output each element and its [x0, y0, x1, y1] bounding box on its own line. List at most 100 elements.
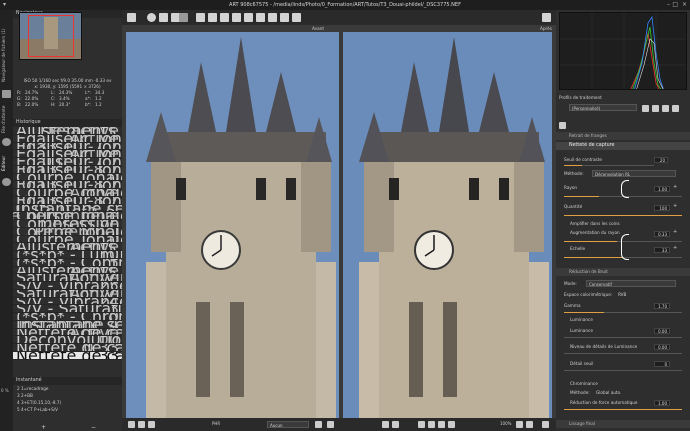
scale-reset-button[interactable]: + — [673, 245, 677, 251]
zoom-fit-icon[interactable] — [418, 421, 425, 428]
before-image[interactable] — [126, 32, 339, 418]
toggle-panels-icon[interactable] — [542, 421, 549, 428]
history-row[interactable]: Courbe Tonale - Com...0 — [13, 236, 122, 244]
queue-icon[interactable] — [138, 421, 145, 428]
history-row[interactable]: S/V - Vibrance24 — [13, 298, 122, 306]
next-image-icon[interactable] — [392, 421, 399, 428]
tab-file-browser[interactable]: Navigateur de fichiers (1) — [1, 24, 12, 86]
tab-editor[interactable]: Éditeur — [1, 152, 12, 174]
amount-value[interactable]: 100 — [654, 205, 670, 211]
save-icon[interactable] — [128, 421, 135, 428]
history-row[interactable]: Égaliseur Tonal - Ba...0 33 10 -7 7 — [13, 143, 122, 151]
history-row[interactable]: Ajustements (*s*b*Activé — [13, 243, 122, 251]
hand-tool-icon[interactable] — [196, 13, 205, 22]
prev-image-icon[interactable] — [382, 421, 389, 428]
luminance-detail-value[interactable]: 0.00 — [654, 344, 670, 350]
detail-threshold-value[interactable]: 0 — [654, 361, 670, 367]
snapshot-item[interactable]: 4 3+ET(0.15,10,-8.7) — [13, 399, 122, 406]
soft-proof-icon[interactable] — [327, 421, 334, 428]
history-row[interactable]: S/V - Vibrance25 — [13, 282, 122, 290]
history-row[interactable]: Ajustements (*s*b*Activé — [13, 267, 122, 275]
history-row[interactable]: Courbe Tonale - Com...0 — [13, 174, 122, 182]
history-row[interactable]: Instantané sélection...4 3+ET(0.15,10,-8… — [13, 205, 122, 213]
history-row[interactable]: (*s*b* - Contraste15 — [13, 259, 122, 267]
history-row[interactable]: Égaliseur Tonal - Ba...0 13 10 -8 7 — [13, 181, 122, 189]
zoom-in-icon[interactable] — [438, 421, 445, 428]
history-row[interactable]: Égaliseur TonalActivé — [13, 150, 122, 158]
tab-queue[interactable]: File d'attente — [1, 102, 12, 136]
toggle-right-panel-icon[interactable] — [542, 13, 551, 22]
history-row[interactable]: Netteté de capture -...0.33 — [13, 344, 122, 352]
after-image[interactable] — [343, 32, 552, 418]
history-row[interactable]: Netteté de captureActivé — [13, 329, 122, 337]
navigator-selection-box[interactable] — [28, 15, 74, 57]
history-row[interactable]: Netteté de capture -...33 — [13, 351, 122, 360]
tool-tab-exposure-icon[interactable] — [559, 122, 566, 129]
radius-boost-value[interactable]: 0.33 — [654, 231, 670, 237]
profile-paste-icon[interactable] — [652, 105, 659, 112]
history-row[interactable]: Instantané sélection...Instantané 4 — [13, 321, 122, 329]
chroma-reduction-value[interactable]: 1.00 — [654, 400, 670, 406]
history-row[interactable]: Saturation/VibranceActivé — [13, 290, 122, 298]
history-row[interactable]: Saturation/VibranceActivé — [13, 274, 122, 282]
chroma-reduction-slider[interactable] — [564, 409, 682, 410]
history-row[interactable]: Égaliseur Tonal - Ba...0 13 10 -8 7 — [13, 197, 122, 205]
chroma-method-value[interactable]: Global auto. — [596, 389, 646, 397]
detail-window-icon[interactable] — [516, 421, 523, 428]
mask-icon[interactable] — [292, 13, 301, 22]
history-row[interactable]: Courbe Tonale - ModePerceptuel — [13, 228, 122, 236]
method-select[interactable]: Déconvolution RL — [592, 170, 676, 177]
levels-icon[interactable] — [268, 13, 277, 22]
section-defringe[interactable]: Retrait de franges — [556, 132, 690, 140]
zoom-out-icon[interactable] — [428, 421, 435, 428]
straighten-tool-icon[interactable] — [244, 13, 253, 22]
add-snapshot-button[interactable]: + — [41, 424, 46, 431]
profile-load-icon[interactable] — [662, 105, 669, 112]
snapshot-item[interactable]: 2 1=recadrage — [13, 385, 122, 392]
monitor-profile-icon[interactable] — [315, 421, 322, 428]
history-row[interactable]: Déconvolution (RL) -...1.00 — [13, 336, 122, 344]
snapshot-item[interactable]: 5 4+CT P+Lab+S/V — [13, 406, 122, 413]
section-capture-sharpening[interactable]: Netteté de capture — [556, 142, 690, 150]
detail-threshold-slider[interactable] — [564, 370, 682, 371]
history-row[interactable]: Courbe Tonale - Com...Activé — [13, 189, 122, 197]
history-row[interactable]: Compression de la P...Désactivé — [13, 220, 122, 228]
radius-value[interactable]: 1.00 — [654, 186, 670, 192]
profile-copy-icon[interactable] — [642, 105, 649, 112]
luminance-value[interactable]: 0.00 — [654, 328, 670, 334]
grid-icon[interactable] — [280, 13, 289, 22]
history-row[interactable]: S/V - Saturation3 — [13, 305, 122, 313]
history-row[interactable]: Ajustements (*s*b*Désactivé — [13, 127, 122, 135]
section-final-smoothing[interactable]: Lissage final — [556, 420, 690, 428]
radius-boost-reset-button[interactable]: + — [673, 229, 677, 235]
perspective-tool-icon[interactable] — [256, 13, 265, 22]
history-row[interactable]: Égaliseur Tonal - Ba...0 13 10 -8 7 — [13, 166, 122, 174]
scale-value[interactable]: 33 — [654, 247, 670, 253]
contrast-threshold-slider[interactable] — [564, 165, 654, 166]
history-row[interactable]: (*s*b* - Luminosité10 — [13, 251, 122, 259]
output-profile-select[interactable]: Aucun — [267, 421, 309, 428]
redo-icon[interactable] — [179, 13, 188, 22]
history-row[interactable]: Courbe Tonale - Com...Courbe personnelle — [13, 212, 122, 220]
navigator-preview[interactable] — [19, 12, 82, 60]
section-noise-reduction[interactable]: Réduction de Bruit — [556, 268, 690, 276]
profile-select[interactable]: (Personnalisé) — [569, 104, 637, 111]
snapshot-item[interactable]: 3 2+BB — [13, 392, 122, 399]
crop-tool-icon[interactable] — [232, 13, 241, 22]
histogram[interactable] — [559, 12, 687, 90]
radius-reset-button[interactable]: + — [673, 184, 677, 190]
amount-reset-button[interactable]: + — [673, 203, 677, 209]
gamma-slider[interactable] — [564, 312, 682, 313]
remove-snapshot-button[interactable]: − — [91, 424, 96, 431]
fullscreen-icon[interactable] — [526, 421, 533, 428]
before-after-icon[interactable] — [159, 13, 168, 22]
toggle-left-panel-icon[interactable] — [127, 13, 136, 22]
noise-mode-select[interactable]: Conservatif — [586, 280, 676, 287]
window-menu-icon[interactable]: ▾ — [3, 0, 6, 10]
white-balance-picker-icon[interactable] — [208, 13, 217, 22]
luminance-slider[interactable] — [564, 337, 682, 338]
history-row[interactable]: Égaliseur TonalActivé — [13, 135, 122, 143]
maximize-icon[interactable]: □ — [672, 0, 678, 10]
minimize-icon[interactable]: – — [667, 0, 670, 10]
editor-external-icon[interactable] — [148, 421, 155, 428]
